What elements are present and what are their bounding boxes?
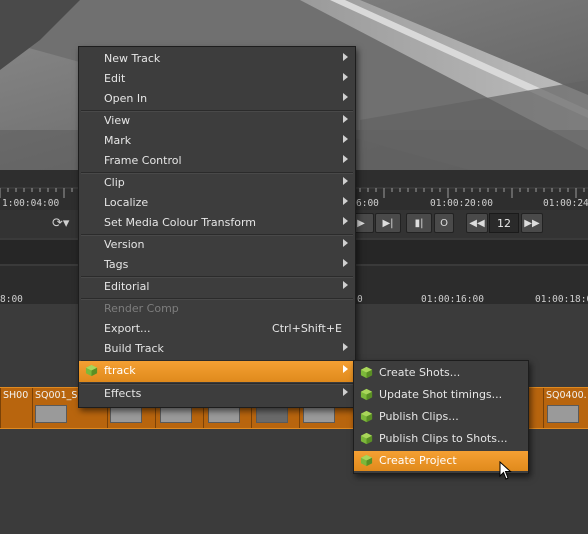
step-forward-icon: ▶|: [382, 217, 394, 229]
timeline-clip[interactable]: SQ0400.: [543, 388, 588, 428]
menu-item-label: Tags: [104, 258, 129, 271]
menu-item-frame-control[interactable]: Frame Control: [79, 151, 355, 171]
menu-item-publish-clips[interactable]: Publish Clips...: [354, 407, 528, 429]
menu-item-label: Publish Clips to Shots...: [379, 432, 508, 445]
menu-item-label: ftrack: [104, 364, 136, 377]
menu-item-shortcut: Ctrl+Shift+E: [272, 322, 342, 335]
clip-label: SQ0400.: [546, 390, 587, 401]
menu-item-label: Set Media Colour Transform: [104, 216, 256, 229]
submenu-arrow-icon: [343, 73, 348, 81]
ftrack-icon: [360, 388, 373, 401]
menu-item-label: Clip: [104, 176, 125, 189]
submenu-arrow-icon: [343, 115, 348, 123]
menu-item-publish-clips-to-shots[interactable]: Publish Clips to Shots...: [354, 429, 528, 451]
menu-item-build-track[interactable]: Build Track: [79, 339, 355, 359]
menu-item-mark[interactable]: Mark: [79, 131, 355, 151]
menu-item-clip[interactable]: Clip: [79, 173, 355, 193]
menu-item-label: Frame Control: [104, 154, 182, 167]
ruler-timecode: 01:00:24:: [543, 198, 588, 209]
ftrack-icon: [360, 410, 373, 423]
fast-forward-icon: ▶▶: [524, 217, 540, 229]
menu-item-create-shots[interactable]: Create Shots...: [354, 363, 528, 385]
step-forward-button[interactable]: ▶|: [375, 213, 401, 233]
play-icon: ▶: [357, 217, 365, 229]
menu-item-label: View: [104, 114, 131, 127]
submenu-arrow-icon: [343, 365, 348, 373]
menu-item-label: Editorial: [104, 280, 150, 293]
ftrack-submenu: Create Shots... Update Shot timings... P…: [353, 360, 529, 474]
rewind-icon: ◀◀: [469, 217, 485, 229]
clip-thumbnail: [547, 405, 579, 423]
submenu-arrow-icon: [343, 259, 348, 267]
submenu-arrow-icon: [343, 388, 348, 396]
menu-item-label: Create Project: [379, 454, 457, 467]
submenu-arrow-icon: [343, 343, 348, 351]
menu-item-edit[interactable]: Edit: [79, 69, 355, 89]
cycle-icon[interactable]: ⟳▾: [52, 216, 69, 231]
submenu-arrow-icon: [343, 177, 348, 185]
ftrack-icon: [85, 364, 98, 377]
menu-item-set-media-colour-transform[interactable]: Set Media Colour Transform: [79, 213, 355, 233]
menu-item-label: Render Comp: [104, 302, 179, 315]
menu-item-label: Publish Clips...: [379, 410, 459, 423]
menu-item-label: Update Shot timings...: [379, 388, 503, 401]
menu-item-effects[interactable]: Effects: [79, 384, 355, 404]
ftrack-icon: [360, 366, 373, 379]
timeline-context-menu: New Track Edit Open In View Mark Frame C…: [78, 46, 356, 408]
mouse-cursor-icon: [499, 461, 512, 480]
submenu-arrow-icon: [343, 155, 348, 163]
menu-item-label: Localize: [104, 196, 149, 209]
submenu-arrow-icon: [343, 53, 348, 61]
step-forward-frames-button[interactable]: ▶▶: [521, 213, 543, 233]
menu-item-label: Mark: [104, 134, 132, 147]
frame-step-field[interactable]: 12: [489, 213, 519, 233]
menu-item-render-comp: Render Comp: [79, 299, 355, 319]
menu-item-label: Build Track: [104, 342, 164, 355]
menu-item-localize[interactable]: Localize: [79, 193, 355, 213]
clip-label: SQ001_S: [35, 390, 78, 401]
submenu-arrow-icon: [343, 135, 348, 143]
ruler-timecode: 01:00:20:00: [430, 198, 493, 209]
clip-label: SH00: [3, 390, 29, 401]
menu-item-label: Export...: [104, 322, 151, 335]
menu-item-open-in[interactable]: Open In: [79, 89, 355, 109]
menu-item-label: Version: [104, 238, 145, 251]
menu-item-label: Effects: [104, 387, 142, 400]
next-edit-icon: ▮|: [414, 217, 424, 229]
menu-item-ftrack[interactable]: ftrack: [79, 361, 355, 382]
timeline-clip[interactable]: [527, 388, 543, 428]
o-button-label: O: [440, 217, 448, 229]
timeline-clip[interactable]: SH00: [0, 388, 32, 428]
menu-item-label: Create Shots...: [379, 366, 461, 379]
ruler-timecode: 6:00: [356, 198, 379, 209]
o-button[interactable]: O: [434, 213, 454, 233]
menu-item-new-track[interactable]: New Track: [79, 49, 355, 69]
submenu-arrow-icon: [343, 281, 348, 289]
submenu-arrow-icon: [343, 239, 348, 247]
menu-item-label: Edit: [104, 72, 126, 85]
menu-item-label: New Track: [104, 52, 161, 65]
menu-item-update-shot-timings[interactable]: Update Shot timings...: [354, 385, 528, 407]
menu-item-view[interactable]: View: [79, 111, 355, 131]
menu-item-export[interactable]: Export... Ctrl+Shift+E: [79, 319, 355, 339]
menu-item-label: Open In: [104, 92, 148, 105]
ftrack-icon: [360, 432, 373, 445]
menu-item-editorial[interactable]: Editorial: [79, 277, 355, 297]
ruler-timecode: 1:00:04:00: [2, 198, 60, 209]
menu-item-version[interactable]: Version: [79, 235, 355, 255]
submenu-arrow-icon: [343, 217, 348, 225]
ftrack-icon: [360, 454, 373, 467]
submenu-arrow-icon: [343, 197, 348, 205]
next-edit-button[interactable]: ▮|: [406, 213, 432, 233]
submenu-arrow-icon: [343, 93, 348, 101]
step-back-frames-button[interactable]: ◀◀: [466, 213, 488, 233]
menu-item-tags[interactable]: Tags: [79, 255, 355, 275]
clip-thumbnail: [35, 405, 67, 423]
